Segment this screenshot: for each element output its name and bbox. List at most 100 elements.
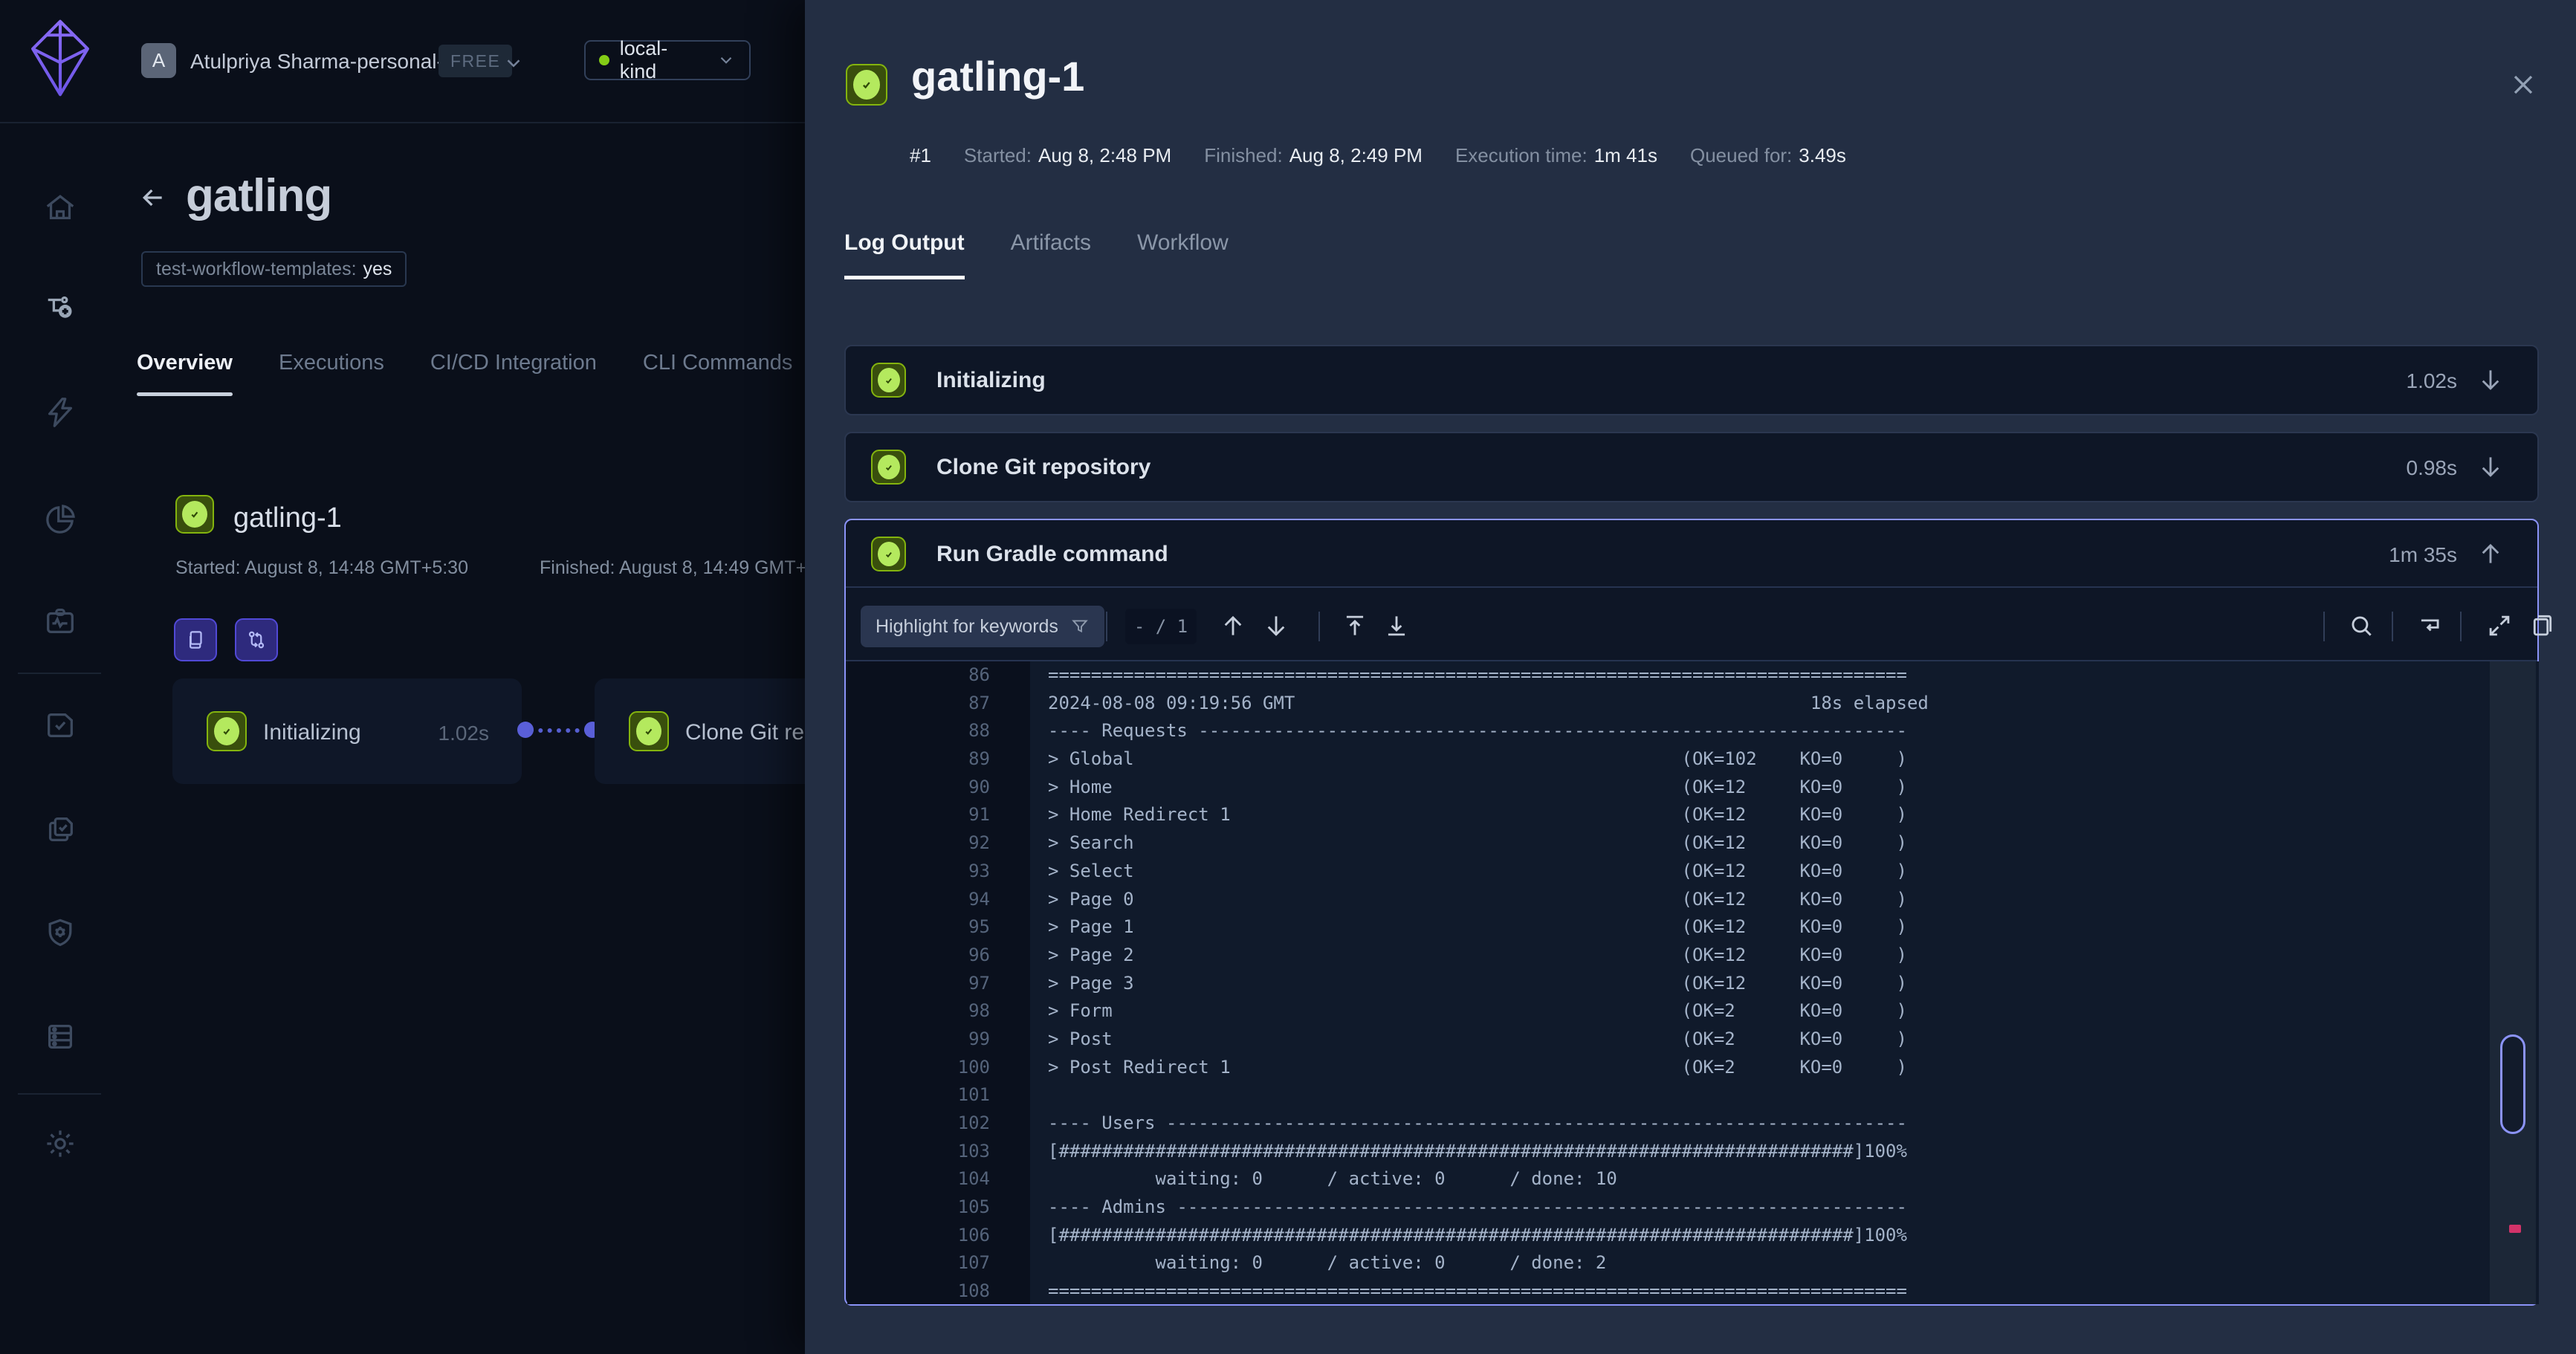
search-icon[interactable]: [2347, 612, 2375, 640]
copy-log-icon[interactable]: [2527, 612, 2555, 640]
execution-meta: #1 Started:Aug 8, 2:48 PM Finished:Aug 8, …: [910, 144, 1846, 167]
sidebar-item-workflows-add-icon[interactable]: [43, 292, 77, 326]
log-scrollbar-thumb[interactable]: [2500, 1034, 2525, 1134]
close-icon[interactable]: [2507, 68, 2540, 101]
meta-label: Finished:: [1204, 144, 1283, 167]
meta-value: #1: [910, 144, 931, 167]
log-line: 91> Home Redirect 1 (OK=12 KO=0 ): [847, 801, 2539, 829]
log-line: 99> Post (OK=2 KO=0 ): [847, 1026, 2539, 1054]
meta-item: Execution time:1m 41s: [1455, 144, 1657, 167]
meta-item: Finished:Aug 8, 2:49 PM: [1204, 144, 1423, 167]
back-arrow-icon[interactable]: [138, 183, 168, 213]
log-scrollbar-track[interactable]: [2490, 661, 2536, 1304]
log-line: 107 waiting: 0 / active: 0 / done: 2: [847, 1249, 2539, 1277]
sidebar-item-tests-inbox-check-icon[interactable]: [43, 707, 77, 742]
log-line-text: ========================================…: [1030, 661, 1907, 690]
status-success-badge: [871, 537, 906, 571]
scroll-to-top-icon[interactable]: [1341, 612, 1369, 640]
execution-title: gatling-1: [911, 52, 1084, 100]
log-line-text: [#######################################…: [1030, 1222, 1907, 1250]
toolbar-divider: [1318, 612, 1320, 641]
highlight-keywords-button[interactable]: Highlight for keywords: [861, 606, 1104, 647]
previous-match-arrow-up-icon[interactable]: [1219, 612, 1247, 640]
meta-label: Started:: [964, 144, 1032, 167]
section-header[interactable]: Run Gradle command 1m 35s: [846, 520, 2537, 588]
tab-cli-commands[interactable]: CLI Commands: [643, 351, 792, 396]
log-line-number: 97: [847, 970, 1030, 998]
log-line-text: > Post (OK=2 KO=0 ): [1030, 1026, 1907, 1054]
log-line: 108=====================================…: [847, 1277, 2539, 1304]
log-section-initializing[interactable]: Initializing 1.02s: [844, 345, 2539, 415]
tab-executions[interactable]: Executions: [279, 351, 384, 396]
sidebar-item-shield-gear-icon[interactable]: [43, 916, 77, 950]
scroll-to-bottom-icon[interactable]: [1382, 612, 1411, 640]
log-line-number: 88: [847, 717, 1030, 745]
toolbar-divider: [1106, 612, 1107, 641]
chevron-expand-icon[interactable]: [2476, 453, 2505, 481]
log-line-number: 106: [847, 1222, 1030, 1250]
section-duration: 1.02s: [2407, 369, 2458, 393]
org-name[interactable]: Atulpriya Sharma-personal-org: [190, 50, 473, 74]
log-section-clone-git[interactable]: Clone Git repository 0.98s: [844, 432, 2539, 502]
sidebar-item-settings-gear-icon[interactable]: [43, 1127, 77, 1161]
execution-name[interactable]: gatling-1: [233, 502, 342, 534]
tab-overview[interactable]: Overview: [137, 351, 233, 396]
chevron-expand-icon[interactable]: [2476, 366, 2505, 394]
expand-fullscreen-icon[interactable]: [2485, 612, 2514, 640]
wrap-text-icon[interactable]: [2415, 612, 2444, 640]
log-line: 106[####################################…: [847, 1222, 2539, 1250]
sidebar-item-suites-stack-icon[interactable]: [43, 812, 77, 846]
sidebar-item-triggers-lightning-icon[interactable]: [43, 395, 77, 430]
log-line-text: > Page 3 (OK=12 KO=0 ): [1030, 970, 1907, 998]
log-line-number: 86: [847, 661, 1030, 690]
started-time: Started: August 8, 14:48 GMT+5:30: [175, 557, 468, 579]
log-match-marker: [2509, 1225, 2521, 1233]
sidebar-item-insights-pie-icon[interactable]: [43, 502, 77, 537]
log-line-text: > Page 2 (OK=12 KO=0 ): [1030, 942, 1907, 970]
sidebar-item-environment-server-icon[interactable]: [43, 1020, 77, 1054]
match-counter: - / 1: [1125, 609, 1197, 644]
sidebar-divider: [18, 673, 101, 674]
copy-button[interactable]: [174, 618, 217, 661]
log-line-text: > Post Redirect 1 (OK=2 KO=0 ): [1030, 1054, 1907, 1082]
org-avatar[interactable]: A: [141, 43, 176, 78]
tab-ci-cd-integration[interactable]: CI/CD Integration: [430, 351, 597, 396]
log-line-number: 91: [847, 801, 1030, 829]
log-line: 103[####################################…: [847, 1138, 2539, 1166]
meta-label: Queued for:: [1690, 144, 1792, 167]
meta-item: #1: [910, 144, 931, 167]
log-output[interactable]: 86======================================…: [847, 661, 2539, 1304]
finished-time: Finished: August 8, 14:49 GMT+5:30: [540, 557, 843, 579]
toolbar-divider: [2460, 612, 2462, 641]
meta-item: Started:Aug 8, 2:48 PM: [964, 144, 1171, 167]
section-label: Initializing: [936, 368, 1046, 393]
meta-label: Execution time:: [1455, 144, 1588, 167]
log-line-number: 94: [847, 886, 1030, 914]
log-line-number: 107: [847, 1249, 1030, 1277]
next-match-arrow-down-icon[interactable]: [1262, 612, 1290, 640]
tab-workflow[interactable]: Workflow: [1137, 230, 1229, 279]
workflow-tabs: Overview Executions CI/CD Integration CLI C…: [137, 351, 792, 396]
log-line-number: 99: [847, 1026, 1030, 1054]
log-line-text: > Global (OK=102 KO=0 ): [1030, 745, 1907, 774]
tag-key: test-workflow-templates:: [156, 259, 357, 280]
status-success-badge: [207, 711, 247, 751]
tab-artifacts[interactable]: Artifacts: [1011, 230, 1091, 279]
git-compare-button[interactable]: [235, 618, 278, 661]
chevron-down-icon[interactable]: [502, 52, 525, 74]
log-line-text: > Home (OK=12 KO=0 ): [1030, 774, 1907, 802]
tab-log-output[interactable]: Log Output: [844, 230, 965, 279]
log-line-text: > Home Redirect 1 (OK=12 KO=0 ): [1030, 801, 1907, 829]
log-line-number: 101: [847, 1081, 1030, 1110]
log-line-text: > Page 1 (OK=12 KO=0 ): [1030, 913, 1907, 942]
log-section-run-gradle: Run Gradle command 1m 35s Highlight for …: [844, 519, 2539, 1306]
status-success-badge: [871, 450, 906, 485]
workflow-node-initializing[interactable]: Initializing 1.02s: [172, 678, 522, 784]
sidebar-item-home-icon[interactable]: [43, 190, 77, 224]
log-line-number: 87: [847, 690, 1030, 718]
environment-select[interactable]: local-kind: [584, 40, 751, 80]
sidebar-item-health-monitor-icon[interactable]: [43, 604, 77, 638]
chevron-collapse-icon[interactable]: [2476, 540, 2505, 568]
log-line: 92> Search (OK=12 KO=0 ): [847, 829, 2539, 858]
log-line-text: ---- Admins ----------------------------…: [1030, 1193, 1907, 1222]
